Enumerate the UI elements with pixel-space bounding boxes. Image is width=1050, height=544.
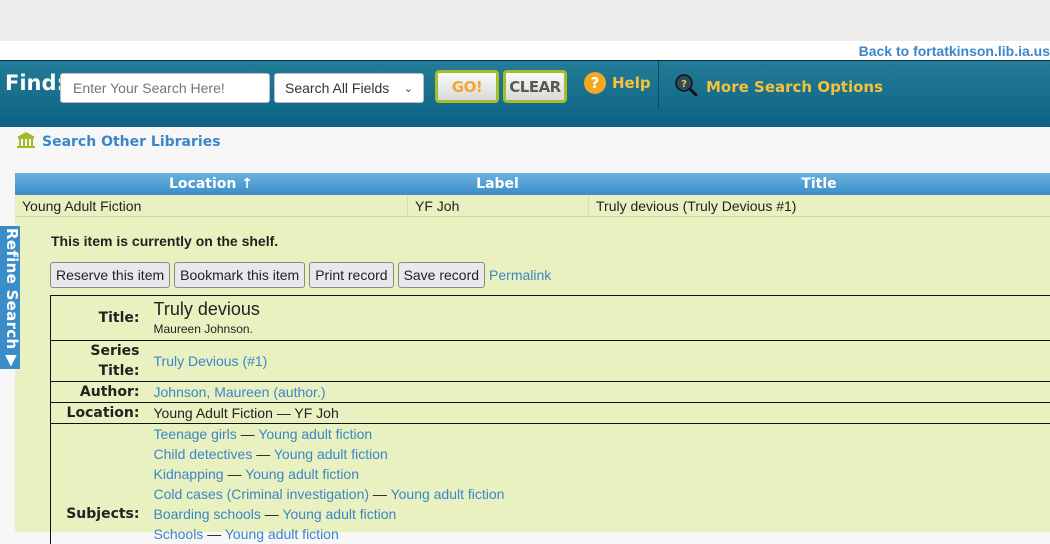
go-button[interactable]: GO! bbox=[435, 70, 499, 103]
column-header-title[interactable]: Title bbox=[588, 176, 1050, 192]
record-title: Truly devious bbox=[154, 298, 1050, 320]
search-input[interactable] bbox=[60, 73, 270, 103]
subject-form-link[interactable]: Young adult fiction bbox=[274, 446, 388, 462]
subjects-list: Teenage girls — Young adult fictionChild… bbox=[153, 424, 1050, 544]
author-label: Author: bbox=[51, 382, 153, 403]
column-header-label[interactable]: Label bbox=[407, 176, 588, 192]
subject-item: Cold cases (Criminal investigation) — Yo… bbox=[154, 484, 1050, 504]
search-other-libraries-link[interactable]: Search Other Libraries bbox=[16, 131, 221, 153]
author-link[interactable]: Johnson, Maureen (author.) bbox=[154, 384, 326, 400]
search-field-selected: Search All Fields bbox=[285, 80, 389, 96]
help-link[interactable]: ? Help bbox=[584, 72, 651, 94]
subject-form-link[interactable]: Young adult fiction bbox=[225, 526, 339, 542]
subject-item: Kidnapping — Young adult fiction bbox=[154, 464, 1050, 484]
back-bar: Back to fortatkinson.lib.ia.us bbox=[0, 41, 1050, 60]
record-row-title: Title: Truly devious Maureen Johnson. bbox=[51, 296, 1050, 341]
more-search-options-label: More Search Options bbox=[706, 78, 883, 96]
series-title-label: Series Title: bbox=[51, 341, 153, 382]
reserve-button[interactable]: Reserve this item bbox=[50, 262, 170, 288]
toolbar-divider bbox=[658, 61, 659, 109]
series-link[interactable]: Truly Devious (#1) bbox=[154, 353, 268, 369]
subject-item: Boarding schools — Young adult fiction bbox=[154, 504, 1050, 524]
print-record-button[interactable]: Print record bbox=[309, 262, 393, 288]
series-label-line2: Title: bbox=[51, 361, 140, 381]
subject-form-link[interactable]: Young adult fiction bbox=[282, 506, 396, 522]
subject-topic-link[interactable]: Cold cases (Criminal investigation) bbox=[154, 486, 370, 502]
subjects-label: Subjects: bbox=[51, 424, 153, 544]
subject-form-link[interactable]: Young adult fiction bbox=[258, 426, 372, 442]
record-actions: Reserve this item Bookmark this item Pri… bbox=[50, 262, 551, 288]
subject-separator: — bbox=[369, 486, 391, 502]
record-row-author: Author: Johnson, Maureen (author.) bbox=[51, 382, 1050, 403]
more-search-options-link[interactable]: ? More Search Options bbox=[674, 73, 883, 101]
clear-button[interactable]: CLEAR bbox=[503, 70, 567, 103]
cell-title: Truly devious (Truly Devious #1) bbox=[588, 195, 1050, 216]
availability-status: This item is currently on the shelf. bbox=[51, 233, 278, 249]
help-label: Help bbox=[612, 74, 651, 92]
search-field-select[interactable]: Search All Fields ⌄ bbox=[274, 73, 424, 103]
help-icon: ? bbox=[584, 72, 606, 94]
cell-location: Young Adult Fiction bbox=[15, 195, 407, 216]
title-label: Title: bbox=[51, 296, 153, 341]
save-record-button[interactable]: Save record bbox=[398, 262, 485, 288]
library-building-icon bbox=[16, 131, 36, 153]
bookmark-button[interactable]: Bookmark this item bbox=[174, 262, 305, 288]
subject-separator: — bbox=[252, 446, 274, 462]
series-label-line1: Series bbox=[51, 341, 140, 361]
results-table: Location ↑ Label Title Young Adult Ficti… bbox=[15, 173, 1050, 217]
subject-topic-link[interactable]: Boarding schools bbox=[154, 506, 261, 522]
permalink-link[interactable]: Permalink bbox=[489, 267, 551, 283]
subject-topic-link[interactable]: Kidnapping bbox=[154, 466, 224, 482]
refine-search-tab[interactable]: Refine Search ▶ bbox=[0, 226, 20, 369]
statement-of-responsibility: Maureen Johnson. bbox=[154, 320, 1050, 338]
subject-topic-link[interactable]: Child detectives bbox=[154, 446, 253, 462]
location-value: Young Adult Fiction — YF Joh bbox=[153, 403, 1050, 424]
subject-item: Teenage girls — Young adult fiction bbox=[154, 424, 1050, 444]
subject-form-link[interactable]: Young adult fiction bbox=[245, 466, 359, 482]
item-detail-panel: This item is currently on the shelf. Res… bbox=[15, 217, 1050, 532]
magnifier-question-icon: ? bbox=[674, 73, 698, 101]
record-row-subjects: Subjects: Teenage girls — Young adult fi… bbox=[51, 424, 1050, 544]
column-header-location[interactable]: Location ↑ bbox=[15, 176, 407, 192]
subject-topic-link[interactable]: Schools bbox=[154, 526, 204, 542]
svg-text:?: ? bbox=[681, 79, 687, 90]
subject-separator: — bbox=[224, 466, 246, 482]
subject-item: Child detectives — Young adult fiction bbox=[154, 444, 1050, 464]
results-header: Location ↑ Label Title bbox=[15, 173, 1050, 195]
chevron-down-icon: ⌄ bbox=[404, 82, 413, 95]
subject-separator: — bbox=[237, 426, 259, 442]
table-row[interactable]: Young Adult Fiction YF Joh Truly devious… bbox=[15, 195, 1050, 217]
subject-item: Schools — Young adult fiction bbox=[154, 524, 1050, 544]
subject-topic-link[interactable]: Teenage girls bbox=[154, 426, 237, 442]
record-row-location: Location: Young Adult Fiction — YF Joh bbox=[51, 403, 1050, 424]
back-to-site-link[interactable]: Back to fortatkinson.lib.ia.us bbox=[859, 43, 1050, 59]
find-label: Find: bbox=[5, 71, 65, 95]
refine-search-label: Refine Search ▶ bbox=[3, 228, 21, 367]
location-label: Location: bbox=[51, 403, 153, 424]
record-row-series: Series Title: Truly Devious (#1) bbox=[51, 341, 1050, 382]
cell-label: YF Joh bbox=[407, 195, 588, 216]
search-bar: Find: Search All Fields ⌄ GO! CLEAR ? He… bbox=[0, 60, 1050, 127]
browser-top-strip bbox=[0, 0, 1050, 41]
subject-separator: — bbox=[261, 506, 283, 522]
subject-separator: — bbox=[203, 526, 225, 542]
subject-form-link[interactable]: Young adult fiction bbox=[391, 486, 505, 502]
search-other-libraries-label: Search Other Libraries bbox=[42, 134, 221, 150]
record-table: Title: Truly devious Maureen Johnson. Se… bbox=[50, 295, 1050, 544]
